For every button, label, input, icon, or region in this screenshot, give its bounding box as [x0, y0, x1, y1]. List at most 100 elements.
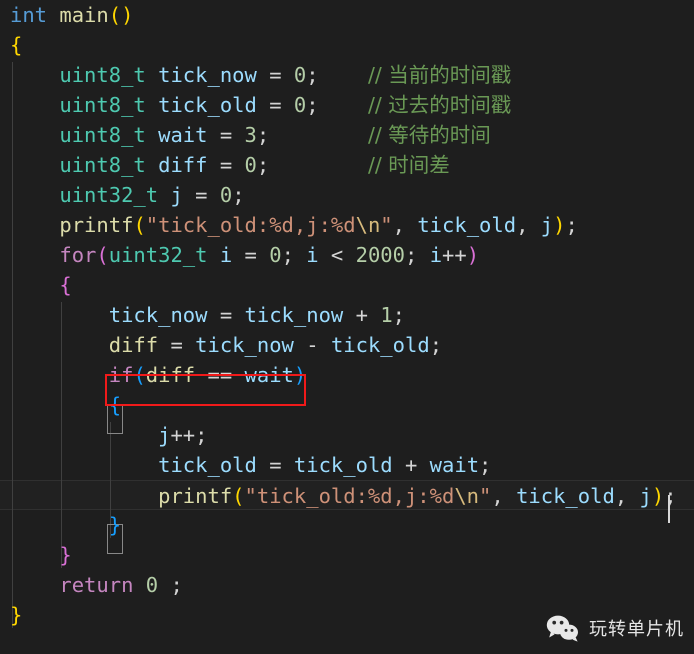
watermark: 玩转单片机 — [546, 614, 684, 642]
token-brace-close-l2: } — [59, 543, 72, 567]
token-number: 3 — [244, 123, 257, 147]
code-line-13-highlighted[interactable]: if(diff == wait) — [0, 360, 694, 390]
code-line-15[interactable]: j++; — [0, 420, 694, 450]
token-brace-open-l3: { — [108, 393, 122, 417]
token-var-j: j — [540, 213, 554, 237]
token-string: "tick_old:%d,j:%d — [244, 484, 455, 508]
token-var-diff: diff — [158, 153, 208, 177]
token-semicolon: ; — [664, 484, 677, 508]
token-var-tick-now: tick_now — [158, 63, 257, 87]
token-var-j: j — [639, 484, 652, 508]
token-var-tick-old: tick_old — [158, 453, 257, 477]
token-var-i: i — [219, 243, 233, 267]
token-var-wait: wait — [244, 363, 294, 387]
token-var-wait: wait — [429, 453, 480, 477]
token-semicolon: ; — [256, 123, 270, 147]
code-line-5[interactable]: uint8_t wait = 3; // 等待的时间 — [0, 120, 694, 150]
token-comma: , — [491, 484, 517, 508]
token-assign: = — [158, 333, 196, 357]
token-equality: == — [195, 363, 245, 387]
token-brace-close-l1: } — [10, 603, 23, 627]
token-function-printf: printf — [59, 213, 134, 237]
token-type-uint8: uint8_t — [59, 123, 146, 147]
token-semicolon: ; — [281, 243, 307, 267]
token-paren-open: ( — [133, 213, 146, 237]
token-type-uint32: uint32_t — [59, 183, 159, 207]
code-line-19[interactable]: } — [0, 540, 694, 570]
watermark-label: 玩转单片机 — [589, 619, 684, 640]
code-line-6[interactable]: uint8_t diff = 0; // 时间差 — [0, 150, 694, 180]
token-semicolon: ; — [306, 93, 319, 117]
code-line-14[interactable]: { — [0, 390, 694, 420]
token-paren-open: ( — [96, 243, 109, 267]
code-line-20[interactable]: return 0 ; — [0, 570, 694, 600]
token-type-uint32: uint32_t — [108, 243, 208, 267]
code-line-8[interactable]: printf("tick_old:%d,j:%d\n", tick_old, j… — [0, 210, 694, 240]
token-keyword-return: return — [59, 573, 134, 597]
token-type-uint8: uint8_t — [59, 153, 146, 177]
token-increment: ++ — [170, 423, 196, 447]
token-var-diff: diff — [108, 333, 159, 357]
token-paren-open: ( — [232, 484, 245, 508]
code-line-2[interactable]: { — [0, 30, 694, 60]
text-caret — [668, 495, 670, 523]
token-paren-close: ) — [466, 243, 480, 267]
token-number: 1 — [380, 303, 393, 327]
token-var-diff: diff — [145, 363, 196, 387]
token-assign: = — [207, 153, 245, 177]
token-plus: + — [343, 303, 381, 327]
token-escape-newline: \n — [454, 484, 480, 508]
token-keyword-int: int — [10, 3, 48, 27]
token-paren-close: ) — [553, 213, 566, 237]
token-comma: , — [614, 484, 640, 508]
code-line-7[interactable]: uint32_t j = 0; — [0, 180, 694, 210]
code-line-10[interactable]: { — [0, 270, 694, 300]
code-line-17-current[interactable]: printf("tick_old:%d,j:%d\n", tick_old, j… — [0, 480, 694, 510]
token-var-tick-now: tick_now — [195, 333, 294, 357]
code-line-16[interactable]: tick_old = tick_old + wait; — [0, 450, 694, 480]
token-var-tick-old: tick_old — [417, 213, 517, 237]
token-type-uint8: uint8_t — [59, 93, 146, 117]
token-semicolon: ; — [392, 303, 405, 327]
token-plus: + — [392, 453, 430, 477]
token-assign: = — [256, 63, 294, 87]
token-type-uint8: uint8_t — [59, 63, 146, 87]
token-var-i: i — [429, 243, 443, 267]
token-var-j: j — [170, 183, 183, 207]
token-number: 0 — [244, 153, 257, 177]
token-brace-open-l1: { — [10, 33, 23, 57]
token-var-j: j — [158, 423, 171, 447]
code-line-4[interactable]: uint8_t tick_old = 0; // 过去的时间戳 — [0, 90, 694, 120]
code-line-11[interactable]: tick_now = tick_now + 1; — [0, 300, 694, 330]
token-semicolon: ; — [429, 333, 443, 357]
code-line-18[interactable]: } — [0, 510, 694, 540]
token-minus: - — [293, 333, 331, 357]
token-number: 0 — [145, 573, 159, 597]
code-content[interactable]: int main() { uint8_t tick_now = 0; // 当前… — [0, 0, 694, 654]
token-var-tick-old: tick_old — [516, 484, 615, 508]
token-escape-newline: \n — [355, 213, 381, 237]
token-number: 0 — [293, 93, 307, 117]
token-paren-close: ) — [651, 484, 665, 508]
token-semicolon: ; — [195, 423, 208, 447]
token-keyword-for: for — [59, 243, 97, 267]
token-comma: , — [516, 213, 541, 237]
token-comment-past-timestamp: // 过去的时间戳 — [367, 93, 512, 117]
token-var-tick-now: tick_now — [244, 303, 344, 327]
token-assign: = — [207, 303, 245, 327]
token-function-printf: printf — [158, 484, 233, 508]
token-semicolon: ; — [306, 63, 319, 87]
code-line-12[interactable]: diff = tick_now - tick_old; — [0, 330, 694, 360]
token-paren-close: ) — [293, 363, 307, 387]
code-line-3[interactable]: uint8_t tick_now = 0; // 当前的时间戳 — [0, 60, 694, 90]
code-editor-screenshot: int main() { uint8_t tick_now = 0; // 当前… — [0, 0, 694, 654]
token-semicolon: ; — [479, 453, 492, 477]
code-line-1[interactable]: int main() — [0, 0, 694, 30]
token-semicolon: ; — [158, 573, 183, 597]
token-string: "tick_old:%d,j:%d — [145, 213, 356, 237]
token-keyword-if: if — [108, 363, 134, 387]
token-assign: = — [256, 93, 294, 117]
token-assign: = — [232, 243, 270, 267]
code-line-9[interactable]: for(uint32_t i = 0; i < 2000; i++) — [0, 240, 694, 270]
token-var-tick-old: tick_old — [158, 93, 257, 117]
